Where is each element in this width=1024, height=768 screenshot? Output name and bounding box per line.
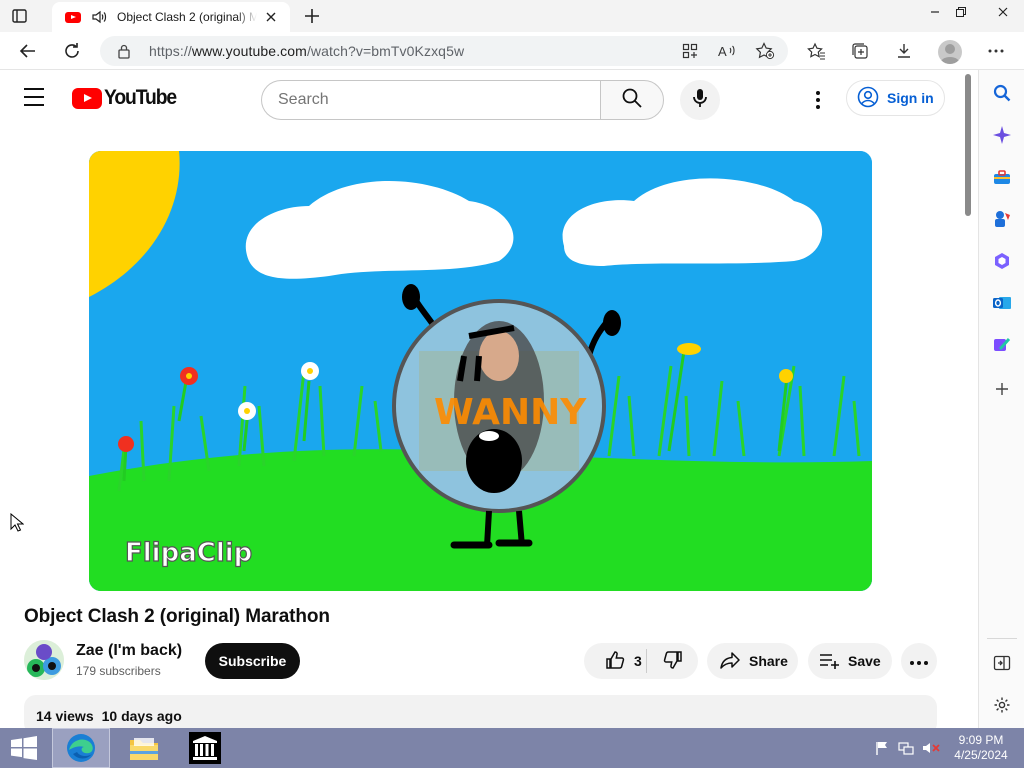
thumbs-down-icon	[662, 649, 684, 674]
refresh-icon[interactable]	[60, 39, 84, 63]
taskbar: 9:09 PM 4/25/2024	[0, 728, 1024, 768]
lock-icon[interactable]	[117, 43, 131, 64]
save-button[interactable]: Save	[808, 643, 892, 679]
start-icon[interactable]	[6, 728, 42, 768]
search-icon[interactable]	[991, 82, 1013, 104]
youtube-favicon-icon	[65, 11, 81, 23]
favorite-add-icon[interactable]	[755, 42, 775, 65]
sidebar-toggle-icon[interactable]	[991, 652, 1013, 674]
video-overlay-text: WANNY	[434, 392, 587, 433]
search-icon	[621, 87, 643, 114]
office-icon[interactable]	[991, 250, 1013, 272]
clock-date: 4/25/2024	[954, 748, 1008, 762]
back-icon[interactable]	[16, 39, 40, 63]
library-icon[interactable]	[186, 728, 224, 768]
subscriber-count: 179 subscribers	[76, 664, 161, 678]
account-icon	[857, 86, 879, 111]
games-icon[interactable]	[991, 208, 1013, 230]
tab-title: Object Clash 2 (original) Marathon - You…	[117, 10, 257, 24]
like-count: 3	[634, 653, 642, 669]
page-scrollbar[interactable]	[963, 74, 973, 728]
channel-avatar[interactable]	[24, 640, 64, 680]
file-explorer-icon[interactable]	[124, 728, 164, 768]
video-title: Object Clash 2 (original) Marathon	[24, 606, 330, 627]
youtube-masthead: YouTube Sign in	[0, 70, 960, 126]
flipaclip-watermark: FlipaClip	[125, 538, 252, 568]
search-input[interactable]	[262, 81, 601, 119]
ellipsis-icon	[909, 653, 929, 669]
share-icon	[719, 649, 741, 674]
settings-icon[interactable]	[991, 694, 1013, 716]
profile-avatar[interactable]	[938, 40, 962, 64]
video-player[interactable]: WANNY FlipaClip	[89, 151, 872, 591]
svg-text:A: A	[718, 44, 727, 59]
close-icon[interactable]	[264, 10, 278, 24]
downloads-icon[interactable]	[892, 39, 916, 63]
clock-time: 9:09 PM	[958, 733, 1004, 747]
youtube-logo[interactable]: YouTube	[72, 86, 182, 109]
sidebar-divider	[987, 638, 1017, 639]
share-label: Share	[749, 653, 788, 669]
apps-icon[interactable]	[682, 43, 698, 64]
browser-tab[interactable]: Object Clash 2 (original) Marathon - You…	[52, 2, 290, 32]
favorites-icon[interactable]	[804, 39, 828, 63]
search-box[interactable]	[261, 80, 601, 120]
flag-icon[interactable]	[872, 728, 892, 768]
browser-toolbar: https://www.youtube.com/watch?v=bmTv0Kzx…	[0, 32, 1024, 70]
share-button[interactable]: Share	[707, 643, 798, 679]
edge-icon[interactable]	[52, 728, 110, 768]
microphone-icon	[690, 87, 710, 114]
speaker-icon[interactable]	[90, 8, 108, 26]
scrollbar-thumb[interactable]	[965, 74, 971, 216]
read-aloud-icon[interactable]: A	[718, 43, 736, 64]
designer-icon[interactable]	[991, 334, 1013, 356]
channel-name[interactable]: Zae (I'm back)	[76, 642, 182, 660]
url-text[interactable]: https://www.youtube.com/watch?v=bmTv0Kzx…	[149, 43, 464, 59]
tab-actions-icon[interactable]	[10, 7, 30, 25]
outlook-icon[interactable]	[991, 292, 1013, 314]
more-icon[interactable]	[984, 39, 1008, 63]
save-label: Save	[848, 653, 881, 669]
tab-strip: Object Clash 2 (original) Marathon - You…	[0, 0, 1024, 32]
settings-menu-icon[interactable]	[806, 88, 830, 112]
new-tab-icon[interactable]	[302, 6, 322, 26]
edge-sidebar	[978, 70, 1024, 728]
search-button[interactable]	[600, 80, 664, 120]
sign-in-button[interactable]: Sign in	[846, 80, 945, 116]
address-bar[interactable]: https://www.youtube.com/watch?v=bmTv0Kzx…	[100, 36, 788, 66]
video-frame: WANNY FlipaClip	[89, 151, 872, 591]
taskbar-clock[interactable]: 9:09 PM 4/25/2024	[950, 733, 1012, 763]
like-button[interactable]: 3	[584, 643, 646, 679]
sign-in-label: Sign in	[887, 90, 934, 106]
youtube-wordmark: YouTube	[104, 86, 177, 109]
thumbs-up-icon	[604, 649, 626, 674]
volume-muted-icon[interactable]	[920, 728, 942, 768]
dislike-button[interactable]	[647, 643, 698, 679]
voice-search-button[interactable]	[680, 80, 720, 120]
view-count: 14 views	[36, 708, 94, 724]
tools-icon[interactable]	[991, 166, 1013, 188]
save-playlist-icon	[818, 649, 840, 674]
more-actions-button[interactable]	[901, 643, 937, 679]
window-close-icon[interactable]	[982, 0, 1024, 24]
restore-icon[interactable]	[944, 0, 978, 24]
mouse-cursor-icon	[10, 512, 25, 533]
network-icon[interactable]	[896, 728, 916, 768]
youtube-play-icon	[72, 87, 102, 109]
hamburger-icon[interactable]	[24, 88, 48, 108]
like-dislike-group: 3	[584, 643, 698, 679]
copilot-icon[interactable]	[991, 124, 1013, 146]
add-icon[interactable]	[991, 378, 1013, 400]
subscribe-button[interactable]: Subscribe	[205, 643, 300, 679]
collections-icon[interactable]	[848, 39, 872, 63]
upload-age: 10 days ago	[101, 708, 182, 724]
